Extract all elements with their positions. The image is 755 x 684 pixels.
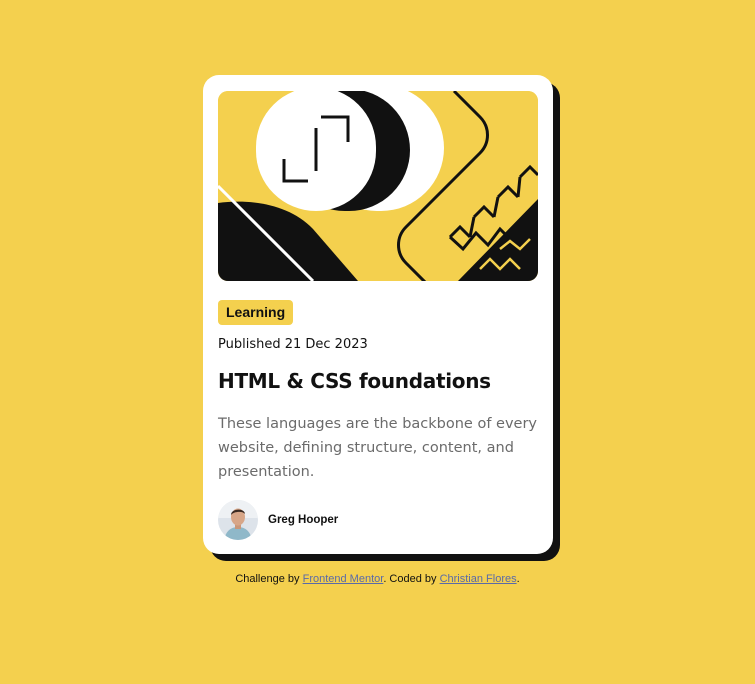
author: Greg Hooper: [218, 499, 338, 541]
author-name: Greg Hooper: [268, 514, 339, 526]
published-date: Published 21 Dec 2023: [218, 337, 368, 352]
frontend-mentor-link[interactable]: Frontend Mentor: [303, 573, 384, 585]
avatar: [218, 500, 258, 540]
abstract-illustration-icon: [218, 91, 538, 281]
author-link[interactable]: Christian Flores: [440, 573, 517, 585]
page: Learning Published 21 Dec 2023 HTML & CS…: [0, 0, 755, 684]
attribution-prefix: Challenge by: [235, 573, 303, 585]
attribution-middle: . Coded by: [383, 573, 440, 585]
blog-preview-card: Learning Published 21 Dec 2023 HTML & CS…: [203, 75, 553, 554]
person-avatar-icon: [218, 500, 258, 540]
card-title[interactable]: HTML & CSS foundations: [218, 369, 491, 393]
attribution-suffix: .: [516, 573, 520, 585]
card-illustration: [218, 91, 538, 281]
category-tag[interactable]: Learning: [218, 300, 294, 325]
attribution: Challenge by Frontend Mentor. Coded by C…: [0, 573, 755, 585]
card-description: These languages are the backbone of ever…: [218, 416, 537, 480]
